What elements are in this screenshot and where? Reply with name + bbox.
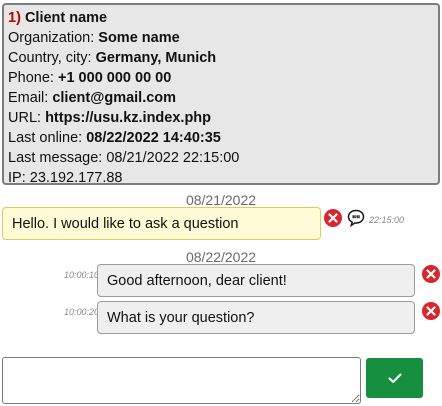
- field-label: Country, city:: [8, 50, 96, 66]
- delete-message-button[interactable]: [422, 302, 440, 320]
- field-label: Organization:: [8, 30, 99, 46]
- ip-value: 23.192.177.88: [29, 170, 123, 186]
- country-city-value: Germany, Munich: [95, 50, 217, 66]
- send-button[interactable]: [366, 358, 423, 398]
- client-title-row: 1) Client name: [8, 8, 434, 28]
- email-row: Email: client@gmail.com: [8, 88, 434, 108]
- client-name: Client name: [24, 10, 108, 26]
- country-city-row: Country, city: Germany, Munich: [8, 48, 434, 68]
- client-info-card: 1) Client name Organization: Some name C…: [2, 3, 440, 188]
- message-time: 10:00:20: [64, 307, 100, 317]
- delete-message-button[interactable]: [324, 209, 342, 227]
- organization-value: Some name: [98, 30, 180, 46]
- last-message-value: 08/21/2022 22:15:00: [106, 150, 240, 166]
- email-value: client@gmail.com: [52, 90, 177, 106]
- url-row: URL: https://usu.kz.index.php: [8, 108, 434, 128]
- outgoing-message: Good afternoon, dear client!: [97, 264, 415, 297]
- close-icon: [426, 306, 436, 316]
- field-label: Last online:: [8, 130, 87, 146]
- message-input[interactable]: [2, 357, 361, 404]
- checkmark-icon: [388, 373, 401, 383]
- field-label: Phone:: [8, 70, 58, 86]
- message-time: 22:15:00: [369, 215, 405, 225]
- date-separator: 08/21/2022: [185, 192, 257, 208]
- close-icon: [426, 269, 436, 279]
- field-label: Email:: [8, 90, 53, 106]
- outgoing-message: What is your question?: [97, 301, 415, 334]
- reply-button[interactable]: [346, 208, 366, 233]
- field-label: IP:: [8, 170, 30, 186]
- delete-message-button[interactable]: [422, 265, 440, 283]
- last-message-row: Last message: 08/21/2022 22:15:00: [8, 148, 434, 168]
- close-icon: [328, 213, 338, 223]
- url-value: https://usu.kz.index.php: [45, 110, 212, 126]
- date-separator: 08/22/2022: [185, 249, 257, 265]
- organization-row: Organization: Some name: [8, 28, 434, 48]
- quote-bubble-icon: [347, 209, 365, 228]
- field-label: Last message:: [8, 150, 107, 166]
- phone-row: Phone: +1 000 000 00 00: [8, 68, 434, 88]
- client-number: 1): [8, 10, 21, 26]
- message-time: 10:00:10: [64, 270, 100, 280]
- field-label: URL:: [8, 110, 46, 126]
- last-online-value: 08/22/2022 14:40:35: [86, 130, 221, 146]
- incoming-message: Hello. I would like to ask a question: [2, 207, 321, 240]
- ip-row: IP: 23.192.177.88: [8, 168, 434, 188]
- last-online-row: Last online: 08/22/2022 14:40:35: [8, 128, 434, 148]
- phone-value: +1 000 000 00 00: [58, 70, 172, 86]
